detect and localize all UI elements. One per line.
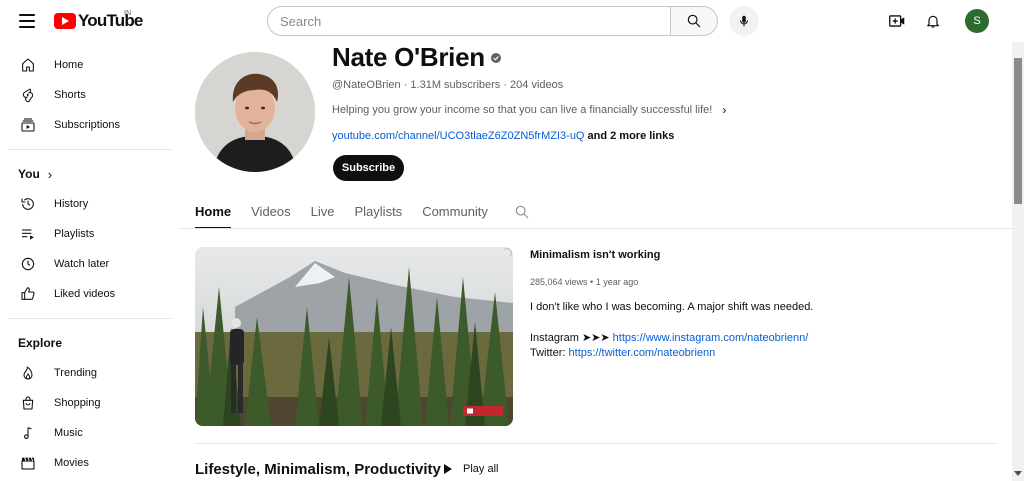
sidebar-item-shorts[interactable]: Shorts	[0, 80, 180, 110]
microphone-icon	[739, 15, 749, 27]
featured-video-title[interactable]: Minimalism isn't working	[530, 249, 660, 261]
instagram-link[interactable]: https://www.instagram.com/nateobrienn/	[613, 332, 809, 344]
sidebar-item-label: Shopping	[54, 397, 101, 409]
sidebar-item-label: Home	[54, 59, 84, 71]
sidebar-item-label: Movies	[54, 457, 89, 469]
sidebar-item-label: Subscriptions	[54, 119, 121, 131]
trending-icon	[18, 363, 38, 383]
search-icon	[515, 205, 529, 219]
bell-icon	[927, 15, 939, 28]
search-box	[267, 6, 718, 36]
sidebar-item-label: Watch later	[54, 258, 110, 270]
verified-check-icon	[490, 52, 501, 63]
sidebar-item-label: Music	[54, 427, 83, 439]
sidebar-heading-label: You	[18, 167, 40, 181]
home-icon	[18, 55, 38, 75]
clapperboard-icon	[18, 453, 38, 473]
account-avatar-button[interactable]: S	[965, 9, 989, 33]
sidebar-item-liked-videos[interactable]: Liked videos	[0, 279, 180, 309]
subscribe-button[interactable]: Subscribe	[333, 155, 404, 181]
sidebar-item-history[interactable]: History	[0, 189, 180, 219]
sidebar-item-music[interactable]: Music	[0, 418, 180, 448]
region-code: IN	[124, 10, 131, 17]
channel-description-text: Helping you grow your income so that you…	[332, 104, 713, 116]
play-icon	[444, 464, 452, 474]
channel-avatar-image	[195, 52, 315, 172]
sidebar-item-label: Shorts	[54, 89, 86, 101]
sidebar-item-label: Trending	[54, 367, 98, 379]
scroll-down-arrow-icon[interactable]	[1013, 470, 1023, 478]
sidebar-item-label: Playlists	[54, 228, 95, 240]
channel-name: Nate O'Brien	[332, 42, 501, 73]
search-icon	[687, 14, 701, 28]
tab-community[interactable]: Community	[422, 197, 488, 229]
sidebar-item-movies[interactable]: Movies	[0, 448, 180, 478]
sidebar-heading-label: Explore	[18, 336, 63, 350]
sidebar-divider	[8, 149, 172, 150]
tabs-divider	[180, 228, 1012, 229]
twitter-link[interactable]: https://twitter.com/nateobrienn	[569, 347, 716, 359]
subscriptions-icon	[18, 115, 38, 135]
channel-links: youtube.com/channel/UCO3tlaeZ6Z0ZN5frMZI…	[332, 130, 674, 142]
instagram-label: Instagram ➤➤➤	[530, 332, 613, 344]
create-video-button[interactable]	[886, 10, 908, 32]
create-video-icon	[889, 15, 905, 27]
top-bar: YouTube IN S	[0, 0, 1024, 42]
sidebar-item-label: History	[54, 198, 89, 210]
logo-text: YouTube	[78, 11, 143, 30]
playlists-icon	[18, 224, 38, 244]
chevron-right-icon: ›	[47, 166, 53, 182]
hamburger-menu-icon[interactable]	[12, 7, 42, 35]
twitter-label: Twitter:	[530, 347, 569, 359]
sidebar-item-trending[interactable]: Trending	[0, 358, 180, 388]
featured-video-image	[195, 247, 513, 426]
loading-spinner-icon	[502, 248, 512, 258]
featured-video-stats: 285,064 views • 1 year ago	[530, 277, 639, 287]
tab-videos[interactable]: Videos	[251, 197, 291, 229]
sidebar-heading-you[interactable]: You ›	[0, 159, 180, 189]
history-icon	[18, 194, 38, 214]
channel-link[interactable]: youtube.com/channel/UCO3tlaeZ6Z0ZN5frMZI…	[332, 130, 585, 142]
watch-later-icon	[18, 254, 38, 274]
section-divider	[195, 443, 997, 444]
sidebar-item-home[interactable]: Home	[0, 50, 180, 80]
channel-avatar[interactable]	[195, 52, 315, 172]
chevron-right-icon: ›	[722, 103, 727, 117]
shorts-icon	[18, 85, 38, 105]
tab-live[interactable]: Live	[311, 197, 335, 229]
shopping-bag-icon	[18, 393, 38, 413]
shelf-title[interactable]: Lifestyle, Minimalism, Productivity	[195, 461, 441, 478]
channel-name-text: Nate O'Brien	[332, 42, 485, 72]
sidebar-heading-explore: Explore	[0, 328, 180, 358]
featured-video-thumbnail[interactable]	[195, 247, 513, 426]
sidebar-item-label: Liked videos	[54, 288, 116, 300]
featured-video-description: I don't like who I was becoming. A major…	[530, 301, 814, 313]
search-button[interactable]	[670, 6, 718, 36]
sidebar-divider	[8, 318, 172, 319]
sidebar-item-playlists[interactable]: Playlists	[0, 219, 180, 249]
notifications-button[interactable]	[922, 10, 944, 32]
tab-playlists[interactable]: Playlists	[355, 197, 403, 229]
featured-twitter-line: Twitter: https://twitter.com/nateobrienn	[530, 347, 715, 359]
sidebar-item-watch-later[interactable]: Watch later	[0, 249, 180, 279]
play-all-label: Play all	[463, 463, 499, 475]
sidebar: Home Shorts Subscriptions You › History …	[0, 50, 180, 481]
youtube-play-logo-icon	[54, 13, 76, 29]
channel-description[interactable]: Helping you grow your income so that you…	[332, 103, 726, 117]
thumbs-up-icon	[18, 284, 38, 304]
voice-search-button[interactable]	[729, 6, 759, 36]
channel-search-button[interactable]	[514, 197, 530, 225]
sidebar-item-shopping[interactable]: Shopping	[0, 388, 180, 418]
featured-instagram-line: Instagram ➤➤➤ https://www.instagram.com/…	[530, 331, 808, 344]
channel-tabs: Home Videos Live Playlists Community	[195, 197, 530, 229]
more-links-button[interactable]: and 2 more links	[588, 130, 675, 142]
scrollbar-thumb[interactable]	[1014, 58, 1022, 204]
sidebar-item-subscriptions[interactable]: Subscriptions	[0, 110, 180, 140]
search-input[interactable]	[267, 6, 670, 36]
tab-home[interactable]: Home	[195, 197, 232, 229]
play-all-button[interactable]: Play all	[444, 463, 498, 475]
channel-handle-stats: @NateOBrien · 1.31M subscribers · 204 vi…	[332, 79, 564, 91]
music-note-icon	[18, 423, 38, 443]
